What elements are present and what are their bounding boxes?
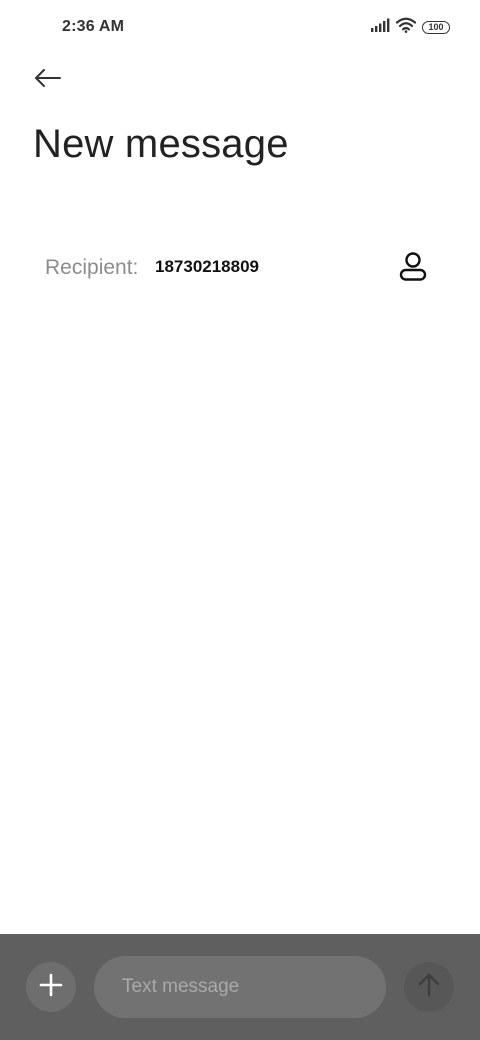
add-attachment-button[interactable] [26,962,76,1012]
signal-icon [370,18,390,37]
wifi-icon [395,17,417,38]
back-button[interactable] [28,62,68,98]
message-input[interactable] [94,956,386,1018]
recipient-value[interactable]: 18730218809 [155,257,259,277]
status-icons: 100 [370,17,450,37]
plus-icon [39,973,63,1002]
back-arrow-icon [34,68,62,93]
status-time: 2:36 AM [62,18,125,35]
battery-icon: 100 [422,20,450,34]
recipient-row[interactable]: Recipient: 18730218809 [45,248,445,288]
person-icon [399,251,427,286]
select-contact-button[interactable] [393,248,433,288]
status-bar: 2:36 AM 100 [0,0,480,56]
send-button[interactable] [404,962,454,1012]
page-title: New message [33,122,289,166]
message-composer [0,934,480,1040]
battery-level: 100 [428,22,444,32]
arrow-up-icon [416,972,442,1003]
recipient-label: Recipient: [45,256,139,279]
